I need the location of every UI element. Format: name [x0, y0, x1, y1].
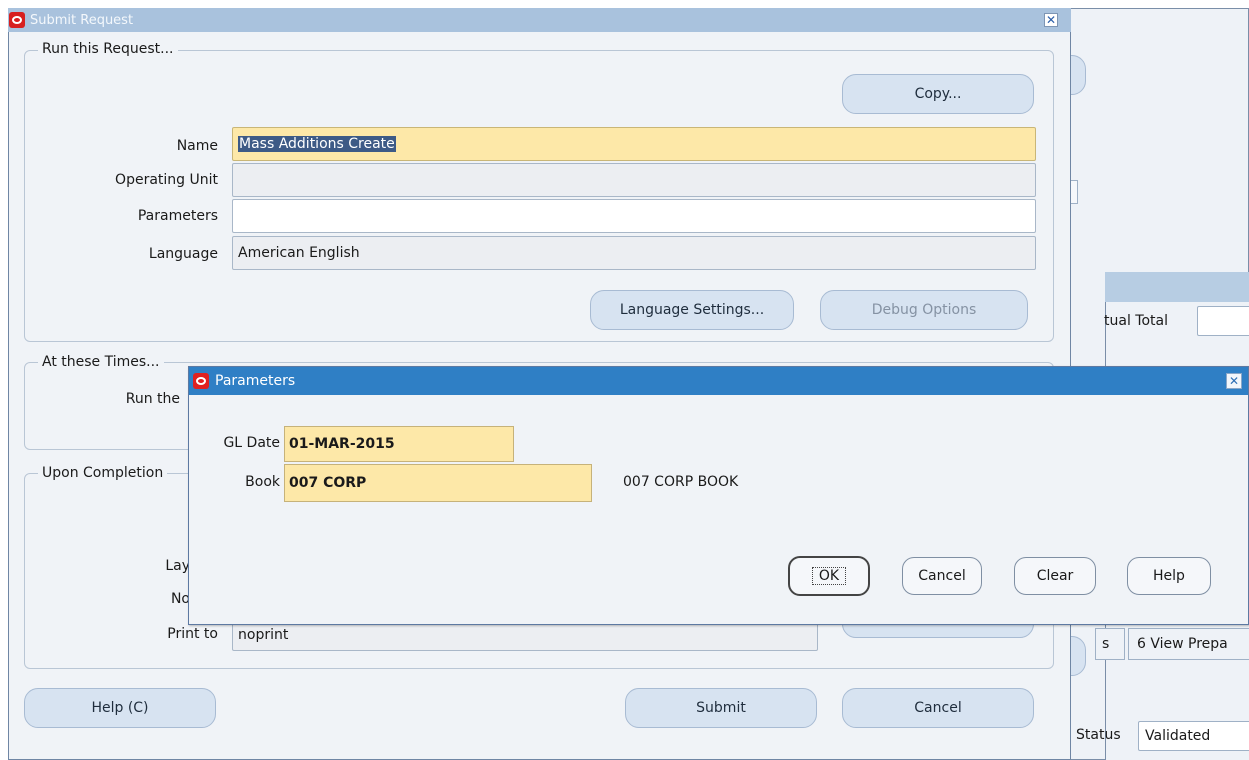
ok-button[interactable]: OK [788, 556, 870, 596]
name-field[interactable]: Mass Additions Create [232, 127, 1036, 161]
tab-view-prepayments[interactable]: 6 View Prepa [1128, 628, 1249, 660]
book-value: 007 CORP [289, 475, 367, 491]
layout-label: Lay [165, 558, 190, 574]
copy-button-label: Copy... [914, 86, 962, 102]
clear-button-label: Clear [1036, 568, 1074, 584]
status-value: Validated [1145, 728, 1211, 744]
background-subwindow-titlebar [1105, 272, 1249, 302]
notify-label: No [170, 591, 190, 607]
parameters-label: Parameters [137, 208, 218, 224]
submit-request-titlebar[interactable]: Submit Request [8, 8, 1071, 32]
gl-date-label: GL Date [223, 435, 280, 451]
language-settings-button[interactable]: Language Settings... [590, 290, 794, 330]
run-the-job-label: Run the [125, 391, 180, 407]
parameters-field[interactable] [232, 199, 1036, 233]
debug-options-button[interactable]: Debug Options [820, 290, 1028, 330]
tab-partial[interactable]: s [1095, 628, 1125, 660]
close-icon[interactable]: ✕ [1044, 13, 1058, 27]
book-label: Book [245, 474, 280, 490]
language-settings-label: Language Settings... [619, 302, 765, 318]
clear-button[interactable]: Clear [1014, 557, 1096, 595]
run-request-group-label: Run this Request... [38, 41, 178, 61]
help-button[interactable]: Help (C) [24, 688, 216, 728]
print-to-label: Print to [167, 626, 218, 642]
tab-view-prepa-label: 6 View Prepa [1137, 636, 1228, 652]
parameters-dialog-titlebar[interactable]: Parameters [189, 367, 1248, 395]
language-label: Language [148, 246, 218, 262]
schedule-group-label: At these Times... [38, 354, 164, 374]
tab-partial-label: s [1102, 636, 1110, 652]
actual-total-field[interactable] [1197, 306, 1249, 336]
print-to-value: noprint [238, 627, 289, 643]
parameters-cancel-button[interactable]: Cancel [902, 557, 982, 595]
parameters-help-label: Help [1153, 568, 1185, 584]
operating-unit-label: Operating Unit [115, 172, 218, 188]
operating-unit-field[interactable] [232, 163, 1036, 197]
debug-options-label: Debug Options [871, 302, 977, 318]
status-label: Status [1076, 727, 1121, 743]
parameters-dialog-title: Parameters [215, 373, 296, 389]
actual-total-label: tual Total [1104, 313, 1168, 329]
language-value: American English [238, 245, 360, 261]
book-field[interactable]: 007 CORP [284, 464, 592, 502]
help-button-label: Help (C) [91, 700, 149, 716]
completion-group-label: Upon Completion [38, 465, 168, 485]
name-label: Name [176, 138, 218, 154]
submit-button[interactable]: Submit [625, 688, 817, 728]
cancel-button[interactable]: Cancel [842, 688, 1034, 728]
submit-button-label: Submit [696, 700, 746, 716]
gl-date-field[interactable]: 01-MAR-2015 [284, 426, 514, 462]
cancel-button-label: Cancel [914, 700, 962, 716]
close-icon[interactable]: ✕ [1226, 373, 1242, 389]
window-title: Submit Request [30, 12, 134, 28]
ok-button-label: OK [811, 567, 847, 585]
language-field[interactable]: American English [232, 236, 1036, 270]
copy-button[interactable]: Copy... [842, 74, 1034, 114]
status-field[interactable]: Validated [1138, 721, 1249, 751]
gl-date-value: 01-MAR-2015 [289, 436, 395, 452]
oracle-logo-icon [9, 12, 25, 28]
oracle-logo-icon [193, 373, 209, 389]
name-value: Mass Additions Create [238, 136, 396, 152]
parameters-cancel-label: Cancel [918, 568, 966, 584]
parameters-help-button[interactable]: Help [1127, 557, 1211, 595]
book-description: 007 CORP BOOK [623, 474, 739, 490]
